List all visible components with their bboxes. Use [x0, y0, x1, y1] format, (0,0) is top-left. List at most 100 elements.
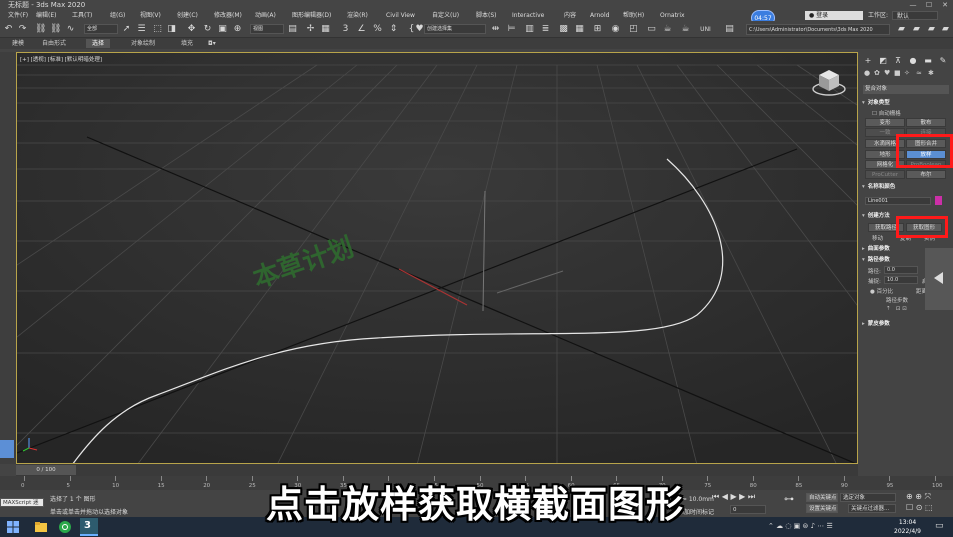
undo-icon[interactable]: ↶ [3, 24, 14, 35]
object-type-rollout[interactable]: ▾ 对象类型 [862, 99, 950, 108]
helpers-icon[interactable]: ✧ [904, 69, 910, 77]
menu-interactive[interactable]: Interactive [512, 10, 544, 21]
menu-arnold[interactable]: Arnold [590, 10, 609, 21]
unlink-icon[interactable]: ⛓ [50, 24, 61, 35]
tab-freeform[interactable]: 自由形式 [42, 39, 66, 48]
login-dropdown[interactable]: ● 登录 [805, 11, 863, 20]
procutter-button[interactable]: ProCutter [865, 170, 905, 179]
tab-object-paint[interactable]: 对象绘制 [131, 39, 155, 48]
ribbon-options-icon[interactable]: ◘▾ [208, 39, 216, 48]
workspace-select[interactable]: 默认 [892, 11, 938, 20]
rotate-icon[interactable]: ↻ [202, 24, 213, 35]
category-dropdown[interactable]: 复合对象 [863, 85, 949, 94]
schematic-view-icon[interactable]: ⊞ [592, 24, 603, 35]
morph-button[interactable]: 变形 [865, 118, 905, 127]
utilities-tab-icon[interactable]: ✎ [938, 56, 948, 66]
menu-scripting[interactable]: 脚本(S) [476, 10, 497, 21]
material-editor-icon[interactable]: ◉ [610, 24, 621, 35]
folder-icon[interactable]: ▰ [911, 24, 922, 35]
auto-key-button[interactable]: 自动关键点 [806, 493, 838, 502]
render-production-icon[interactable]: ☕ [662, 24, 673, 35]
menu-animation[interactable]: 动画(A) [255, 10, 276, 21]
geometry-icon[interactable]: ● [864, 69, 870, 77]
notification-icon[interactable]: ▭ [935, 521, 947, 533]
render-iterative-icon[interactable]: ☕ [680, 24, 691, 35]
taskbar-clock[interactable]: 13:04 2022/4/9 [894, 518, 921, 536]
menu-content[interactable]: 内容 [564, 10, 576, 21]
autogrid-checkbox[interactable]: ☐ 自动栅格 [872, 109, 901, 117]
minimize-button[interactable]: — [905, 0, 921, 10]
tab-selection[interactable]: 选择 [86, 39, 111, 48]
set-key-button[interactable]: 设置关键点 [806, 504, 838, 513]
key-icon[interactable]: ⊶ [784, 494, 794, 505]
menu-file[interactable]: 文件(F) [8, 10, 28, 21]
tab-populate[interactable]: 填充 [181, 39, 193, 48]
systems-icon[interactable]: ✱ [928, 69, 934, 77]
spinner-snap-icon[interactable]: ⇕ [388, 24, 399, 35]
bind-space-warp-icon[interactable]: ∿ [65, 24, 76, 35]
current-frame-field[interactable]: 0 [730, 505, 766, 514]
path-value-field[interactable]: 0.0 [884, 266, 918, 274]
scale-icon[interactable]: ▣ [217, 24, 228, 35]
shapes-icon[interactable]: ✿ [874, 69, 880, 77]
menu-edit[interactable]: 编辑(E) [36, 10, 56, 21]
hierarchy-tab-icon[interactable]: ⊼ [893, 56, 903, 66]
object-name-field[interactable]: Line001 [865, 197, 931, 205]
move-radio[interactable]: 移动 [872, 234, 883, 242]
link-icon[interactable]: ⛓ [35, 24, 46, 35]
menu-civil-view[interactable]: Civil View [386, 10, 415, 21]
system-tray-icons[interactable]: ⌃ ☁ ◌ ▣ ⊜ ♪ ⋯ ☰ [768, 522, 833, 530]
snap-value-field[interactable]: 10.0 [884, 276, 918, 284]
name-color-rollout[interactable]: ▾ 名称和颜色 [862, 183, 950, 192]
playback-controls[interactable]: ⏮ ◀ ▶ ▶ ⏭ [712, 492, 755, 502]
open-folder-icon[interactable]: ▰ [896, 24, 907, 35]
viewport-layout-thumbnail[interactable] [0, 440, 14, 458]
file-explorer-icon[interactable] [34, 520, 48, 534]
snaps-toggle-icon[interactable]: 3 [340, 24, 351, 35]
toggle-ribbon-icon[interactable]: ▩ [558, 24, 569, 35]
path-steps-radio[interactable]: 路径步数 [886, 296, 908, 304]
menu-rendering[interactable]: 渲染(R) [347, 10, 368, 21]
windows-start-icon[interactable] [6, 520, 20, 534]
lights-icon[interactable]: ♥ [884, 69, 890, 77]
select-manipulate-icon[interactable]: ✢ [305, 24, 316, 35]
scatter-button[interactable]: 散布 [906, 118, 946, 127]
render-setup-icon[interactable]: ◰ [628, 24, 639, 35]
folder-settings-icon[interactable]: ▰ [926, 24, 937, 35]
redo-icon[interactable]: ↷ [17, 24, 28, 35]
selection-filter-select[interactable]: 全部 [84, 24, 118, 34]
place-icon[interactable]: ⊕ [232, 24, 243, 35]
scene-explorer-icon[interactable]: ▥ [524, 24, 535, 35]
window-crossing-icon[interactable]: ◨ [166, 24, 177, 35]
perspective-viewport[interactable]: 本草计划 [+] [透视] [标准] [默认明暗处理] [16, 52, 858, 464]
percentage-radio[interactable]: ● 百分比 [870, 287, 893, 295]
select-by-name-icon[interactable]: ☰ [136, 24, 147, 35]
curve-editor-icon[interactable]: ▦ [574, 24, 585, 35]
menu-views[interactable]: 视图(V) [140, 10, 161, 21]
layer-explorer-icon[interactable]: ≣ [540, 24, 551, 35]
maxscript-listener[interactable]: MAXScript 迷 [0, 498, 44, 507]
menu-tools[interactable]: 工具(T) [72, 10, 92, 21]
percent-snap-icon[interactable]: % [372, 24, 383, 35]
select-object-icon[interactable]: ➚ [121, 24, 132, 35]
boolean-button[interactable]: 布尔 [906, 170, 946, 179]
object-color-swatch[interactable] [935, 196, 942, 205]
named-selection-set-select[interactable]: 创建选择集 [424, 24, 486, 34]
viewport-label[interactable]: [+] [透视] [标准] [默认明暗处理] [20, 55, 102, 63]
menu-customize[interactable]: 自定义(U) [432, 10, 459, 21]
3dsmax-taskbar-icon[interactable]: 3 [80, 518, 98, 536]
panel-collapse-tab[interactable] [925, 248, 953, 310]
move-icon[interactable]: ✥ [186, 24, 197, 35]
close-button[interactable]: ✕ [937, 0, 953, 10]
reference-coordinate-select[interactable]: 视图 [250, 24, 284, 34]
viewport-nav-icons[interactable]: ⊕ ⊕ ⤧ [906, 492, 931, 502]
rendered-frame-window-icon[interactable]: ▭ [646, 24, 657, 35]
display-tab-icon[interactable]: ▬ [923, 56, 933, 66]
align-icon[interactable]: ⊨ [506, 24, 517, 35]
folder-extra-icon[interactable]: ▰ [940, 24, 951, 35]
selected-object-select[interactable]: 选定对象 [840, 493, 896, 502]
project-folder-icon[interactable]: ▤ [724, 24, 735, 35]
viewport-nav-icons-2[interactable]: ☐ ⊙ ⬚ [906, 503, 933, 512]
path-nav-icons[interactable]: ⇡ ⊡ ⊡ [886, 306, 907, 312]
angle-snap-icon[interactable]: ∠ [356, 24, 367, 35]
